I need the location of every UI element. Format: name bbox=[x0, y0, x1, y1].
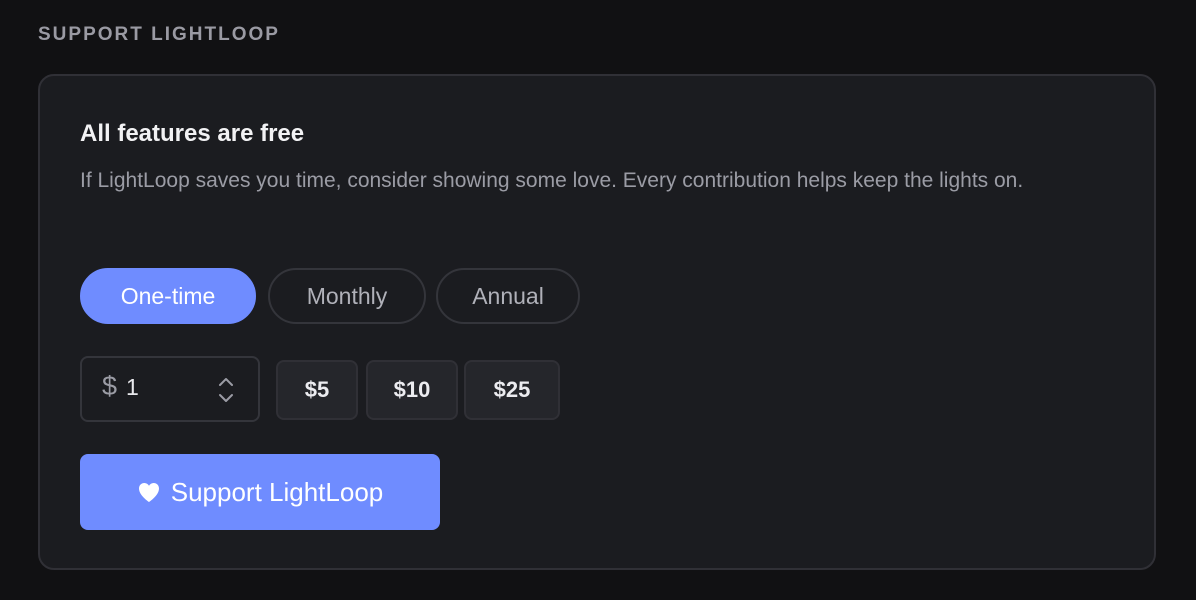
card-title: All features are free bbox=[80, 120, 305, 147]
support-card: All features are free If LightLoop saves… bbox=[38, 74, 1156, 570]
frequency-option-annual[interactable]: Annual bbox=[436, 268, 580, 324]
amount-value[interactable]: 1 bbox=[126, 374, 139, 401]
currency-symbol: $ bbox=[102, 371, 118, 401]
card-description: If LightLoop saves you time, consider sh… bbox=[80, 169, 1024, 192]
frequency-option-one-time[interactable]: One-time bbox=[80, 268, 256, 324]
preset-amount-5[interactable]: $5 bbox=[276, 360, 358, 420]
frequency-option-monthly[interactable]: Monthly bbox=[268, 268, 426, 324]
section-label: SUPPORT LIGHTLOOP bbox=[38, 24, 280, 45]
heart-icon bbox=[138, 483, 159, 502]
support-button[interactable]: Support LightLoop bbox=[80, 454, 440, 530]
amount-input[interactable]: $ 1 bbox=[80, 356, 260, 422]
preset-amount-10[interactable]: $10 bbox=[366, 360, 458, 420]
support-button-label: Support LightLoop bbox=[170, 476, 384, 507]
stepper-icon[interactable] bbox=[216, 374, 236, 406]
preset-amount-25[interactable]: $25 bbox=[464, 360, 560, 420]
